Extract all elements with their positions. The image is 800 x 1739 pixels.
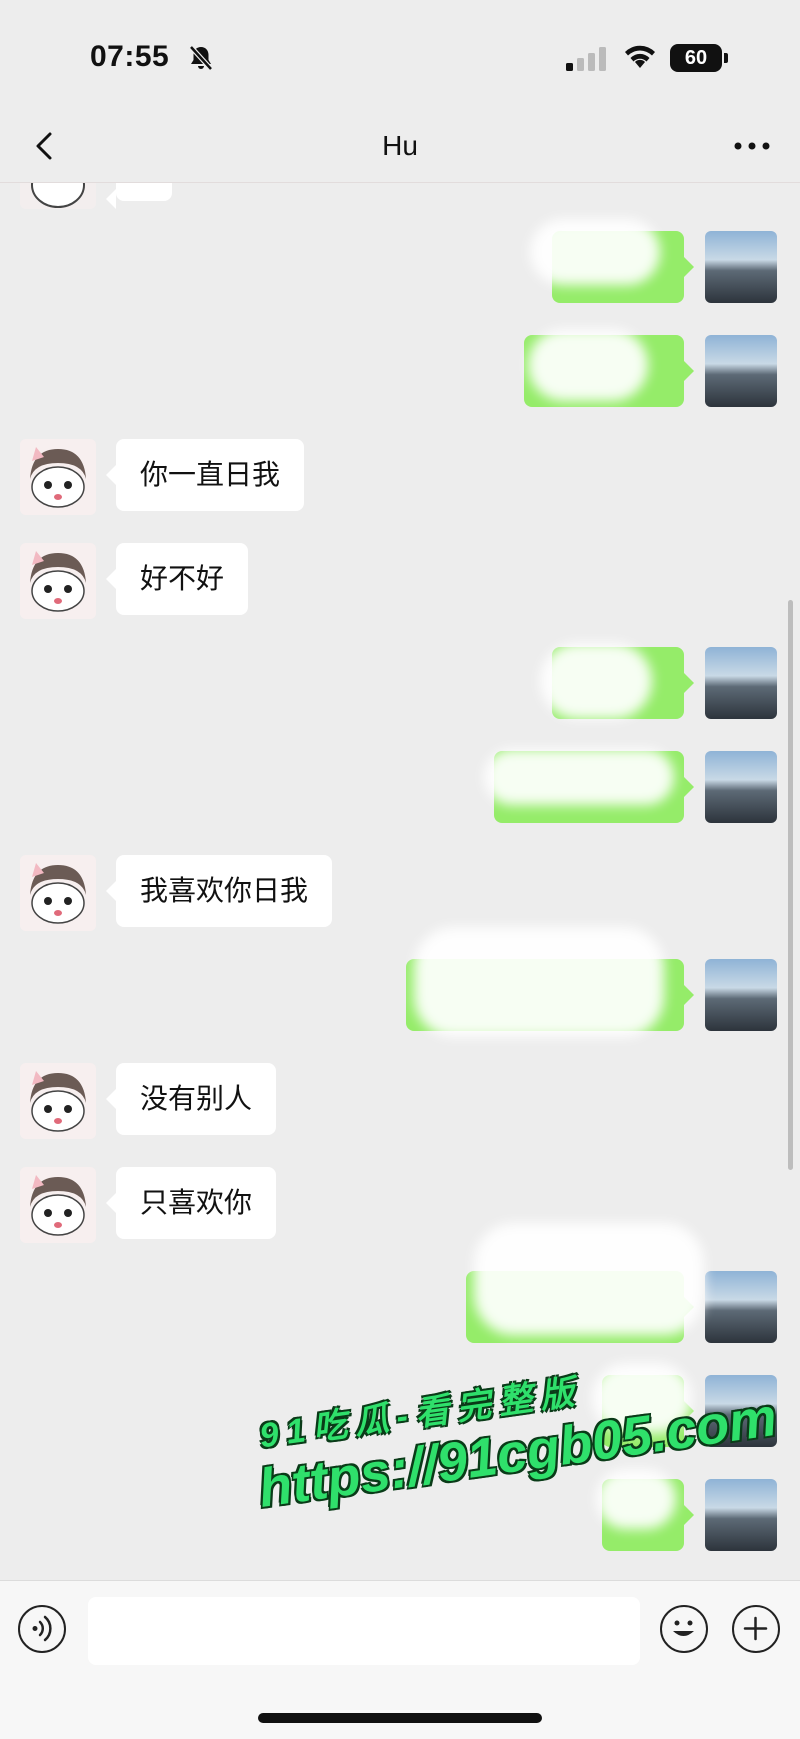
redaction-smear	[596, 1469, 676, 1529]
received-message-partial[interactable]	[106, 183, 172, 209]
contact-name: Hu	[382, 130, 418, 161]
contact-avatar[interactable]	[20, 1063, 96, 1139]
battery-nub	[724, 53, 728, 63]
received-message[interactable]: 只喜欢你	[105, 1167, 277, 1239]
message-input-bar	[0, 1580, 800, 1739]
redaction-smear	[592, 1363, 692, 1433]
bell-muted-icon	[189, 45, 213, 71]
message-text-field[interactable]	[88, 1597, 640, 1665]
user-avatar[interactable]	[705, 1271, 777, 1343]
user-avatar[interactable]	[705, 959, 777, 1031]
user-avatar[interactable]	[705, 751, 777, 823]
status-time: 07:55	[90, 40, 170, 73]
redaction-smear	[528, 329, 648, 401]
chat-message-list[interactable]: 你一直日我 好不好 我喜欢你日我 没有别人 只喜欢你	[0, 183, 800, 1580]
smiley-icon	[673, 1620, 694, 1636]
home-indicator	[258, 1713, 542, 1723]
redaction-smear	[530, 219, 660, 285]
voice-input-button[interactable]	[18, 1605, 66, 1653]
emoji-button[interactable]	[660, 1605, 708, 1653]
contact-avatar[interactable]	[20, 1167, 96, 1243]
received-message[interactable]: 我喜欢你日我	[105, 855, 333, 927]
contact-avatar[interactable]	[20, 543, 96, 619]
user-avatar[interactable]	[705, 1375, 777, 1447]
battery-indicator: 60	[670, 44, 722, 72]
user-avatar[interactable]	[705, 647, 777, 719]
chat-header: Hu	[0, 110, 800, 183]
chat-scrollbar[interactable]	[788, 600, 793, 1170]
received-message[interactable]: 没有别人	[105, 1063, 277, 1135]
user-avatar[interactable]	[705, 231, 777, 303]
received-message[interactable]: 你一直日我	[105, 439, 305, 511]
redaction-smear	[484, 749, 674, 805]
voice-wave-icon	[32, 1615, 52, 1642]
status-bar: 07:55 60	[0, 0, 800, 110]
more-options-icon[interactable]	[730, 134, 774, 158]
plus-icon	[743, 1616, 768, 1641]
contact-avatar[interactable]	[20, 439, 96, 515]
more-actions-button[interactable]	[732, 1605, 780, 1653]
contact-avatar[interactable]	[20, 855, 96, 931]
redaction-smear	[474, 1223, 704, 1335]
received-message[interactable]: 好不好	[105, 543, 249, 615]
cellular-signal-icon	[566, 47, 606, 71]
user-avatar[interactable]	[705, 335, 777, 407]
wifi-icon	[625, 45, 655, 68]
contact-avatar[interactable]	[20, 183, 96, 209]
redaction-smear	[414, 927, 664, 1037]
user-avatar[interactable]	[705, 1479, 777, 1551]
redaction-smear	[540, 643, 652, 719]
